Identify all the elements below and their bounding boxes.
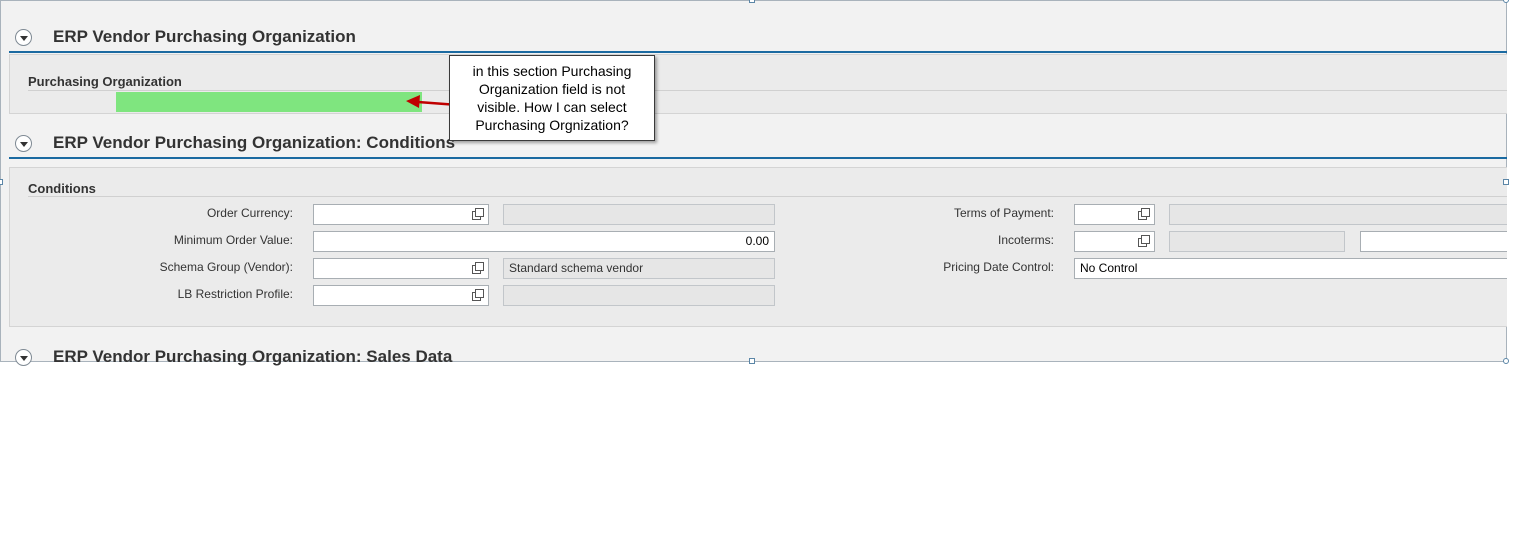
terms-of-payment-description <box>1169 204 1507 225</box>
schema-group-input[interactable] <box>313 258 489 279</box>
callout-text: in this section Purchasing Organization … <box>472 63 632 133</box>
section-title: ERP Vendor Purchasing Organization: Cond… <box>53 133 456 152</box>
value-help-icon[interactable] <box>472 262 484 274</box>
value-help-icon[interactable] <box>1138 235 1150 247</box>
section-header-vendor-porg: ERP Vendor Purchasing Organization <box>9 21 1507 53</box>
form-canvas: ERP Vendor Purchasing Organization Purch… <box>0 0 1507 366</box>
value-help-icon[interactable] <box>472 208 484 220</box>
lb-restriction-input[interactable] <box>313 285 489 306</box>
resize-handle[interactable] <box>0 179 3 185</box>
schema-group-label: Schema Group (Vendor): <box>159 260 293 274</box>
collapse-toggle-icon[interactable] <box>15 135 32 152</box>
annotation-callout: in this section Purchasing Organization … <box>449 55 655 141</box>
incoterms-location-input[interactable] <box>1360 231 1507 252</box>
section-header-sales-data: ERP Vendor Purchasing Organization: Sale… <box>9 341 1507 371</box>
resize-handle[interactable] <box>1503 179 1509 185</box>
purchasing-organization-highlight <box>116 92 422 112</box>
order-currency-input[interactable] <box>313 204 489 225</box>
incoterms-label: Incoterms: <box>997 233 1054 247</box>
incoterms-input[interactable] <box>1074 231 1155 252</box>
schema-group-description: Standard schema vendor <box>503 258 775 279</box>
value-help-icon[interactable] <box>472 289 484 301</box>
panel-title: Conditions <box>28 181 96 196</box>
resize-handle[interactable] <box>749 0 755 3</box>
pricing-date-control-label: Pricing Date Control: <box>943 260 1054 274</box>
min-order-value-label: Minimum Order Value: <box>173 233 293 247</box>
resize-handle[interactable] <box>749 358 755 364</box>
collapse-toggle-icon[interactable] <box>15 349 32 366</box>
pricing-date-control-select[interactable]: No Control <box>1074 258 1507 279</box>
order-currency-label: Order Currency: <box>206 206 293 220</box>
collapse-toggle-icon[interactable] <box>15 29 32 46</box>
section-title: ERP Vendor Purchasing Organization <box>53 27 356 46</box>
resize-handle[interactable] <box>1503 358 1509 364</box>
lb-restriction-label: LB Restriction Profile: <box>177 287 293 301</box>
panel-divider <box>28 90 1507 91</box>
value-help-icon[interactable] <box>1138 208 1150 220</box>
section-title: ERP Vendor Purchasing Organization: Sale… <box>53 347 453 366</box>
panel-title: Purchasing Organization <box>28 74 182 89</box>
min-order-value-input[interactable]: 0.00 <box>313 231 775 252</box>
terms-of-payment-input[interactable] <box>1074 204 1155 225</box>
order-currency-description <box>503 204 775 225</box>
lb-restriction-description <box>503 285 775 306</box>
panel-divider <box>28 196 1507 197</box>
resize-handle[interactable] <box>1503 0 1509 3</box>
terms-of-payment-label: Terms of Payment: <box>953 206 1054 220</box>
section-header-conditions: ERP Vendor Purchasing Organization: Cond… <box>9 127 1507 159</box>
incoterms-description <box>1169 231 1345 252</box>
